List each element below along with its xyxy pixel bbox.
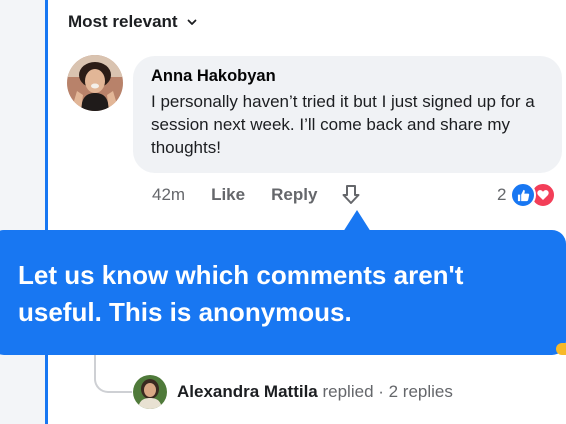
like-button[interactable]: Like — [211, 185, 245, 205]
reply-author: Alexandra Mattila — [177, 382, 318, 401]
sort-menu[interactable]: Most relevant — [68, 12, 198, 32]
reaction-count: 2 — [497, 185, 507, 204]
comment-actions: 42m Like Reply — [152, 183, 363, 207]
reaction-summary[interactable]: 2 — [497, 182, 557, 208]
left-rail — [0, 0, 46, 424]
avatar[interactable] — [67, 55, 123, 111]
comment-author[interactable]: Anna Hakobyan — [151, 67, 544, 86]
reply-avatar[interactable] — [133, 375, 167, 409]
chevron-down-icon — [186, 16, 198, 28]
thumbs-down-icon[interactable] — [339, 183, 363, 207]
comment-text: I personally haven’t tried it but I just… — [151, 92, 535, 157]
sort-label: Most relevant — [68, 12, 178, 31]
feedback-tooltip: Let us know which comments aren't useful… — [0, 230, 566, 355]
view-replies-link[interactable]: Alexandra Mattila replied · 2 replies — [177, 382, 453, 402]
comment-bubble: Anna Hakobyan I personally haven’t tried… — [133, 56, 562, 173]
tooltip-text: Let us know which comments aren't useful… — [18, 260, 464, 327]
reply-thread-line — [94, 355, 132, 393]
comment-timestamp[interactable]: 42m — [152, 185, 185, 205]
reply-button[interactable]: Reply — [271, 185, 317, 205]
comments-panel: Most relevant Anna Hakobyan I personally… — [0, 0, 566, 424]
left-accent-line — [45, 0, 48, 424]
partial-reaction-icon — [556, 343, 566, 355]
like-reaction-icon — [510, 182, 537, 208]
reply-count: replied · 2 replies — [317, 382, 453, 401]
tooltip-pointer — [343, 210, 371, 232]
